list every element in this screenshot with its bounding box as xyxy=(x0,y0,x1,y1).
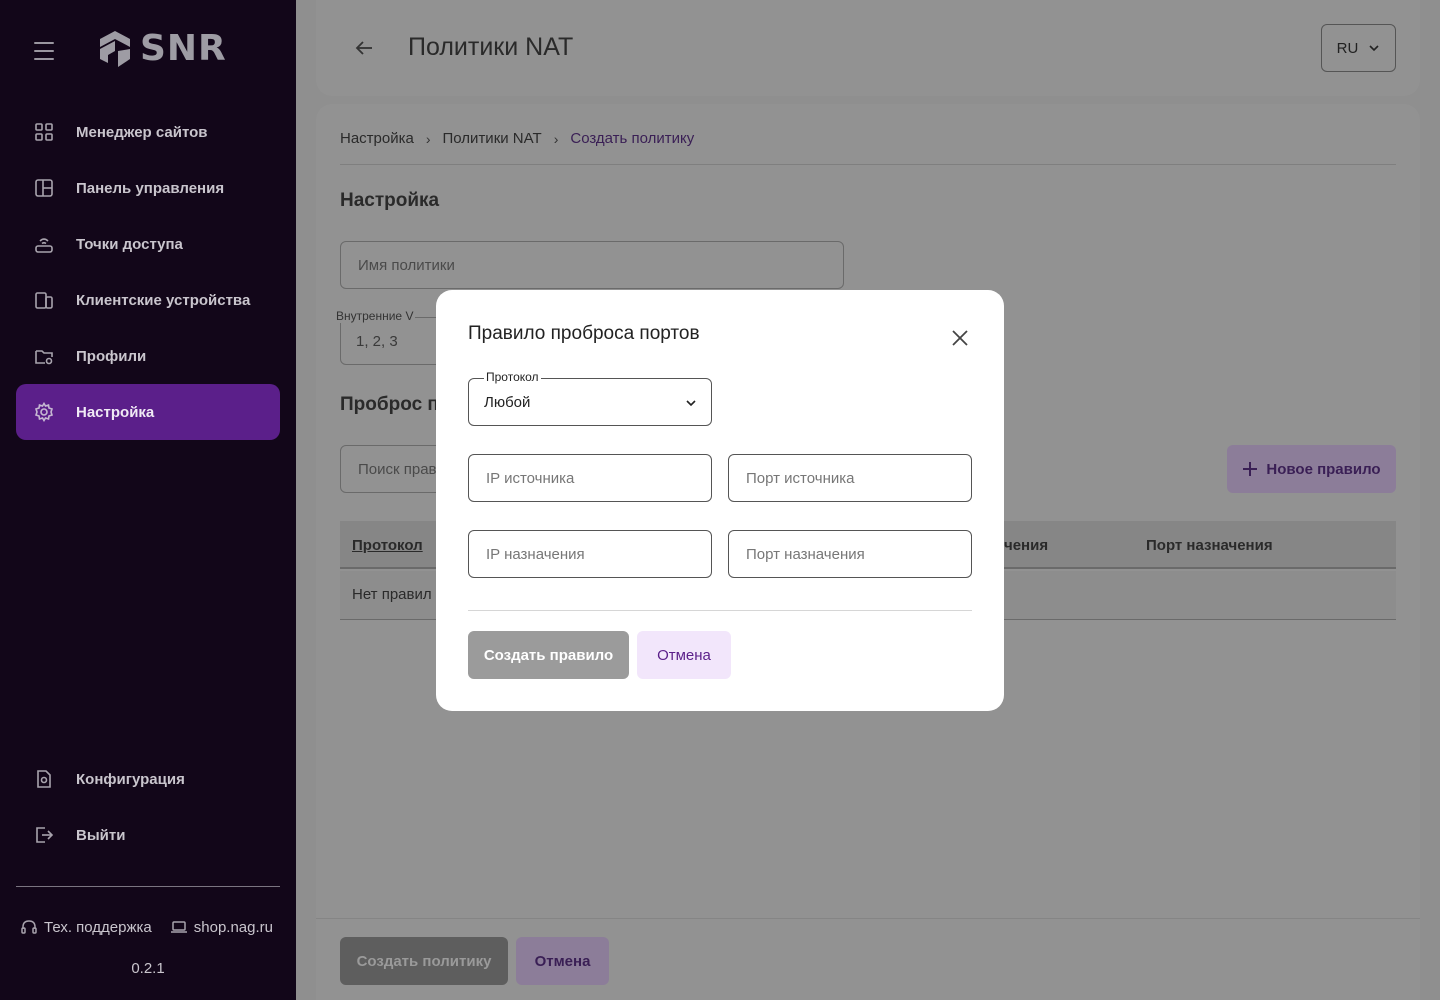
header: Политики NAT RU xyxy=(316,0,1420,96)
vlan-label: Внутренние V xyxy=(334,309,416,323)
column-dest-port[interactable]: Порт назначения xyxy=(1146,537,1273,554)
divider xyxy=(340,164,1396,165)
chevron-down-icon xyxy=(684,396,698,410)
close-icon[interactable] xyxy=(948,326,972,350)
support-link[interactable]: Тех. поддержка xyxy=(20,918,152,936)
router-icon xyxy=(34,234,54,254)
gear-icon xyxy=(34,402,54,422)
vlan-value: 1, 2, 3 xyxy=(356,333,398,350)
sidebar-item-site-manager[interactable]: Менеджер сайтов xyxy=(16,104,280,160)
new-rule-button[interactable]: Новое правило xyxy=(1227,445,1396,493)
language-select[interactable]: RU xyxy=(1321,24,1396,72)
sidebar-item-access-points[interactable]: Точки доступа xyxy=(16,216,280,272)
sidebar-nav: Менеджер сайтов Панель управления Точки … xyxy=(16,104,280,440)
sidebar-divider xyxy=(16,886,280,887)
protocol-label: Протокол xyxy=(484,370,541,384)
headset-icon xyxy=(21,920,37,934)
create-policy-button[interactable]: Создать политику xyxy=(340,937,508,985)
devices-icon xyxy=(34,290,54,310)
breadcrumb-current: Создать политику xyxy=(570,130,695,147)
bottom-action-bar: Создать политику Отмена xyxy=(316,918,1420,1000)
sidebar-item-configuration[interactable]: Конфигурация xyxy=(16,751,280,807)
sidebar-item-label: Профили xyxy=(76,347,147,365)
logo-text: SNR xyxy=(140,28,227,69)
snr-logo-icon xyxy=(100,30,130,67)
sidebar-item-settings[interactable]: Настройка xyxy=(16,384,280,440)
support-label: Тех. поддержка xyxy=(44,918,152,936)
cancel-rule-button[interactable]: Отмена xyxy=(637,631,731,679)
protocol-value: Любой xyxy=(484,394,531,411)
port-forward-dialog: Правило проброса портов Протокол Любой I… xyxy=(436,290,1004,711)
language-value: RU xyxy=(1336,39,1359,57)
breadcrumb-item[interactable]: Настройка xyxy=(340,130,414,147)
sidebar: SNR Менеджер сайтов Панель управления То… xyxy=(0,0,296,1000)
page-title: Политики NAT xyxy=(408,33,574,61)
sidebar-item-label: Панель управления xyxy=(76,179,225,197)
dialog-title: Правило проброса портов xyxy=(468,323,700,344)
sidebar-item-profiles[interactable]: Профили xyxy=(16,328,280,384)
sidebar-item-client-devices[interactable]: Клиентские устройства xyxy=(16,272,280,328)
sidebar-item-dashboard[interactable]: Панель управления xyxy=(16,160,280,216)
empty-table-text: Нет правил xyxy=(352,586,432,603)
source-ip-input[interactable]: IP источника xyxy=(468,454,712,502)
sidebar-item-label: Клиентские устройства xyxy=(76,291,251,309)
config-file-icon xyxy=(34,769,54,789)
chevron-right-icon: › xyxy=(553,130,559,147)
sidebar-item-label: Точки доступа xyxy=(76,235,183,253)
sidebar-footer: Тех. поддержка shop.nag.ru xyxy=(20,918,273,936)
section-title: Настройка xyxy=(340,190,440,211)
sidebar-bottom-nav: Конфигурация Выйти xyxy=(16,751,280,863)
column-protocol[interactable]: Протокол xyxy=(352,537,423,554)
dest-port-input[interactable]: Порт назначения xyxy=(728,530,972,578)
source-port-input[interactable]: Порт источника xyxy=(728,454,972,502)
shop-link[interactable]: shop.nag.ru xyxy=(170,918,273,936)
version-label: 0.2.1 xyxy=(131,960,165,977)
dialog-divider xyxy=(468,610,972,611)
policy-name-input[interactable]: Имя политики xyxy=(340,241,844,289)
sidebar-item-label: Менеджер сайтов xyxy=(76,123,208,141)
sidebar-item-label: Настройка xyxy=(76,403,155,421)
sidebar-item-logout[interactable]: Выйти xyxy=(16,807,280,863)
plus-icon xyxy=(1243,462,1258,476)
section-title-forwarding: Проброс п xyxy=(340,394,439,415)
menu-icon[interactable] xyxy=(34,42,54,60)
column-dest-ip[interactable]: чения xyxy=(1004,537,1048,554)
breadcrumb-item[interactable]: Политики NAT xyxy=(443,130,542,147)
grid-icon xyxy=(34,122,54,142)
create-rule-button[interactable]: Создать правило xyxy=(468,631,629,679)
cancel-policy-button[interactable]: Отмена xyxy=(516,937,609,985)
dashboard-icon xyxy=(34,178,54,198)
breadcrumb: Настройка › Политики NAT › Создать полит… xyxy=(340,130,694,147)
new-rule-label: Новое правило xyxy=(1266,460,1381,478)
laptop-icon xyxy=(170,921,187,933)
sidebar-item-label: Конфигурация xyxy=(76,770,185,788)
back-arrow-icon[interactable] xyxy=(352,36,376,60)
chevron-down-icon xyxy=(1369,45,1379,52)
logout-icon xyxy=(34,825,54,845)
chevron-right-icon: › xyxy=(425,130,431,147)
folder-gear-icon xyxy=(34,346,54,366)
dest-ip-input[interactable]: IP назначения xyxy=(468,530,712,578)
logo: SNR xyxy=(96,28,227,69)
shop-label: shop.nag.ru xyxy=(193,918,273,936)
sidebar-item-label: Выйти xyxy=(76,826,126,844)
